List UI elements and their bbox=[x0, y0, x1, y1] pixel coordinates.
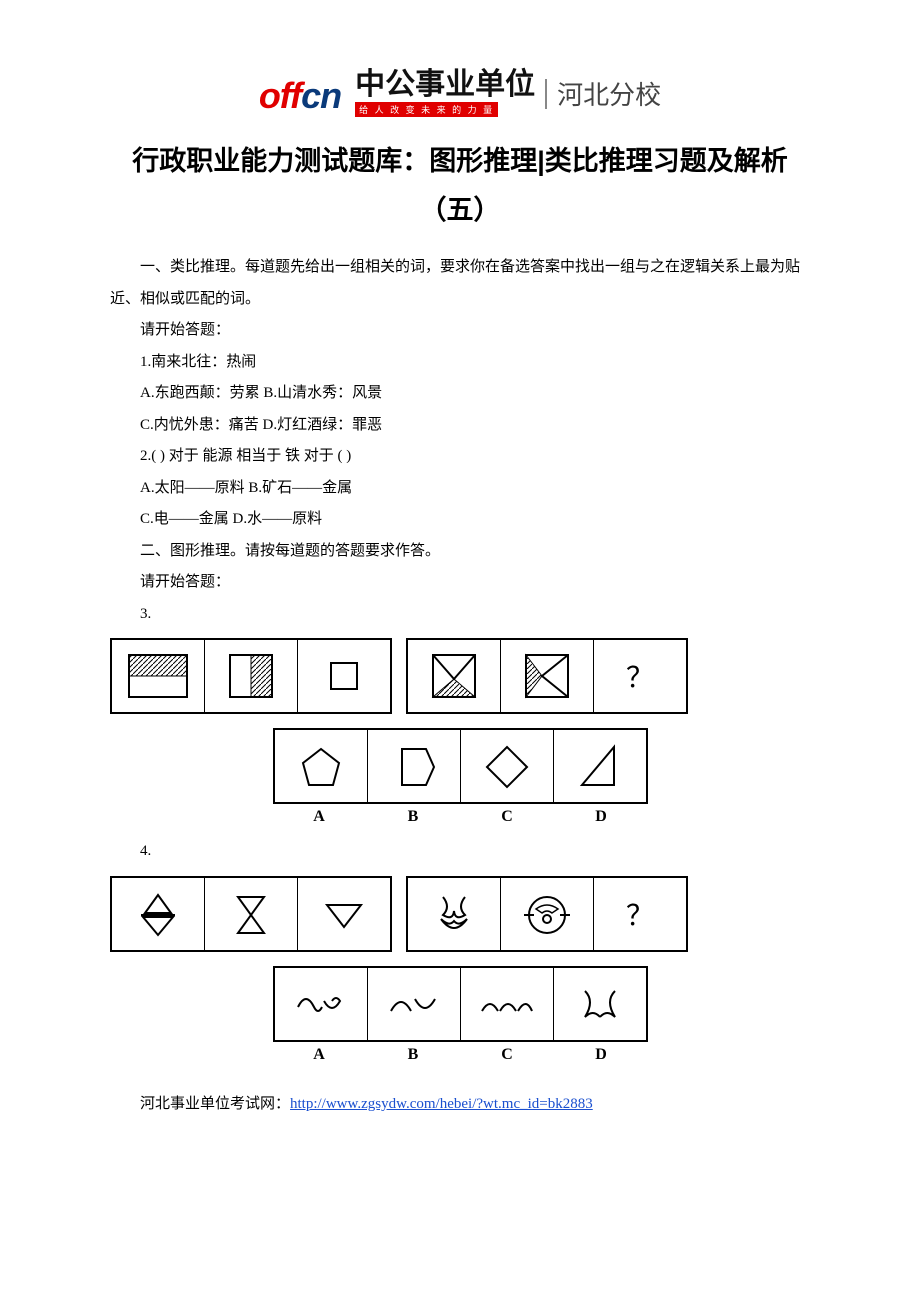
brand-slogan: 给 人 改 变 未 来 的 力 量 bbox=[355, 102, 498, 117]
q4-cell-2 bbox=[205, 878, 298, 950]
q1-option-line2: C.内忧外患：痛苦 D.灯红酒绿：罪恶 bbox=[110, 410, 810, 442]
q4-choice-labels: A B C D bbox=[110, 1046, 810, 1064]
q4-num: 4. bbox=[110, 836, 810, 868]
q3-choice-c bbox=[461, 730, 554, 802]
q3-cell-4 bbox=[408, 640, 501, 712]
q3-choice-labels: A B C D bbox=[110, 808, 810, 826]
q3-cell-qmark: ？ bbox=[594, 640, 686, 712]
q4-choice-b bbox=[368, 968, 461, 1040]
q3-group-1 bbox=[110, 638, 392, 714]
section2-intro: 二、图形推理。请按每道题的答题要求作答。 bbox=[110, 536, 810, 568]
brand-en: offcn bbox=[259, 75, 341, 117]
q4-choice-d bbox=[554, 968, 646, 1040]
q4-group-1 bbox=[110, 876, 392, 952]
q4-group-2: ？ bbox=[406, 876, 688, 952]
q3-figure: ？ bbox=[110, 638, 810, 826]
document-page: offcn 中公事业单位 给 人 改 变 未 来 的 力 量 河北分校 行政职业… bbox=[0, 0, 920, 1173]
q4-choice-c bbox=[461, 968, 554, 1040]
q3-choices bbox=[273, 728, 648, 804]
q4-cell-1 bbox=[112, 878, 205, 950]
q3-cell-3 bbox=[298, 640, 390, 712]
q4-cell-4 bbox=[408, 878, 501, 950]
logo-header: offcn 中公事业单位 给 人 改 变 未 来 的 力 量 河北分校 bbox=[110, 70, 810, 117]
q3-num: 3. bbox=[110, 599, 810, 631]
branch-name: 河北分校 bbox=[545, 79, 661, 109]
q4-cell-3 bbox=[298, 878, 390, 950]
footer: 河北事业单位考试网：http://www.zgsydw.com/hebei/?w… bbox=[110, 1092, 810, 1113]
q3-group-2: ？ bbox=[406, 638, 688, 714]
footer-link[interactable]: http://www.zgsydw.com/hebei/?wt.mc_id=bk… bbox=[290, 1096, 593, 1112]
q4-choices bbox=[273, 966, 648, 1042]
page-title: 行政职业能力测试题库：图形推理|类比推理习题及解析（五） bbox=[110, 137, 810, 234]
q1-option-line1: A.东跑西颠：劳累 B.山清水秀：风景 bbox=[110, 378, 810, 410]
q2-stem: 2.( ) 对于 能源 相当于 铁 对于 ( ) bbox=[110, 441, 810, 473]
section1-intro: 一、类比推理。每道题先给出一组相关的词，要求你在备选答案中找出一组与之在逻辑关系… bbox=[110, 252, 810, 315]
q4-cell-5 bbox=[501, 878, 594, 950]
begin-note-1: 请开始答题： bbox=[110, 315, 810, 347]
q3-cell-2 bbox=[205, 640, 298, 712]
q1-stem: 1.南来北往：热闹 bbox=[110, 347, 810, 379]
body-content: 一、类比推理。每道题先给出一组相关的词，要求你在备选答案中找出一组与之在逻辑关系… bbox=[110, 252, 810, 630]
q4-figure: ？ bbox=[110, 876, 810, 1064]
footer-label: 河北事业单位考试网： bbox=[140, 1096, 290, 1112]
brand-zh: 中公事业单位 bbox=[355, 70, 535, 100]
q4-cell-qmark: ？ bbox=[594, 878, 686, 950]
q4-choice-a bbox=[275, 968, 368, 1040]
brand-logo: offcn 中公事业单位 给 人 改 变 未 来 的 力 量 bbox=[259, 70, 535, 117]
q3-choice-a bbox=[275, 730, 368, 802]
q3-choice-b bbox=[368, 730, 461, 802]
q2-option-line2: C.电——金属 D.水——原料 bbox=[110, 504, 810, 536]
q3-choice-d bbox=[554, 730, 646, 802]
q3-cell-5 bbox=[501, 640, 594, 712]
q2-option-line1: A.太阳——原料 B.矿石——金属 bbox=[110, 473, 810, 505]
begin-note-2: 请开始答题： bbox=[110, 567, 810, 599]
q4-num-wrap: 4. bbox=[110, 836, 810, 868]
q3-cell-1 bbox=[112, 640, 205, 712]
